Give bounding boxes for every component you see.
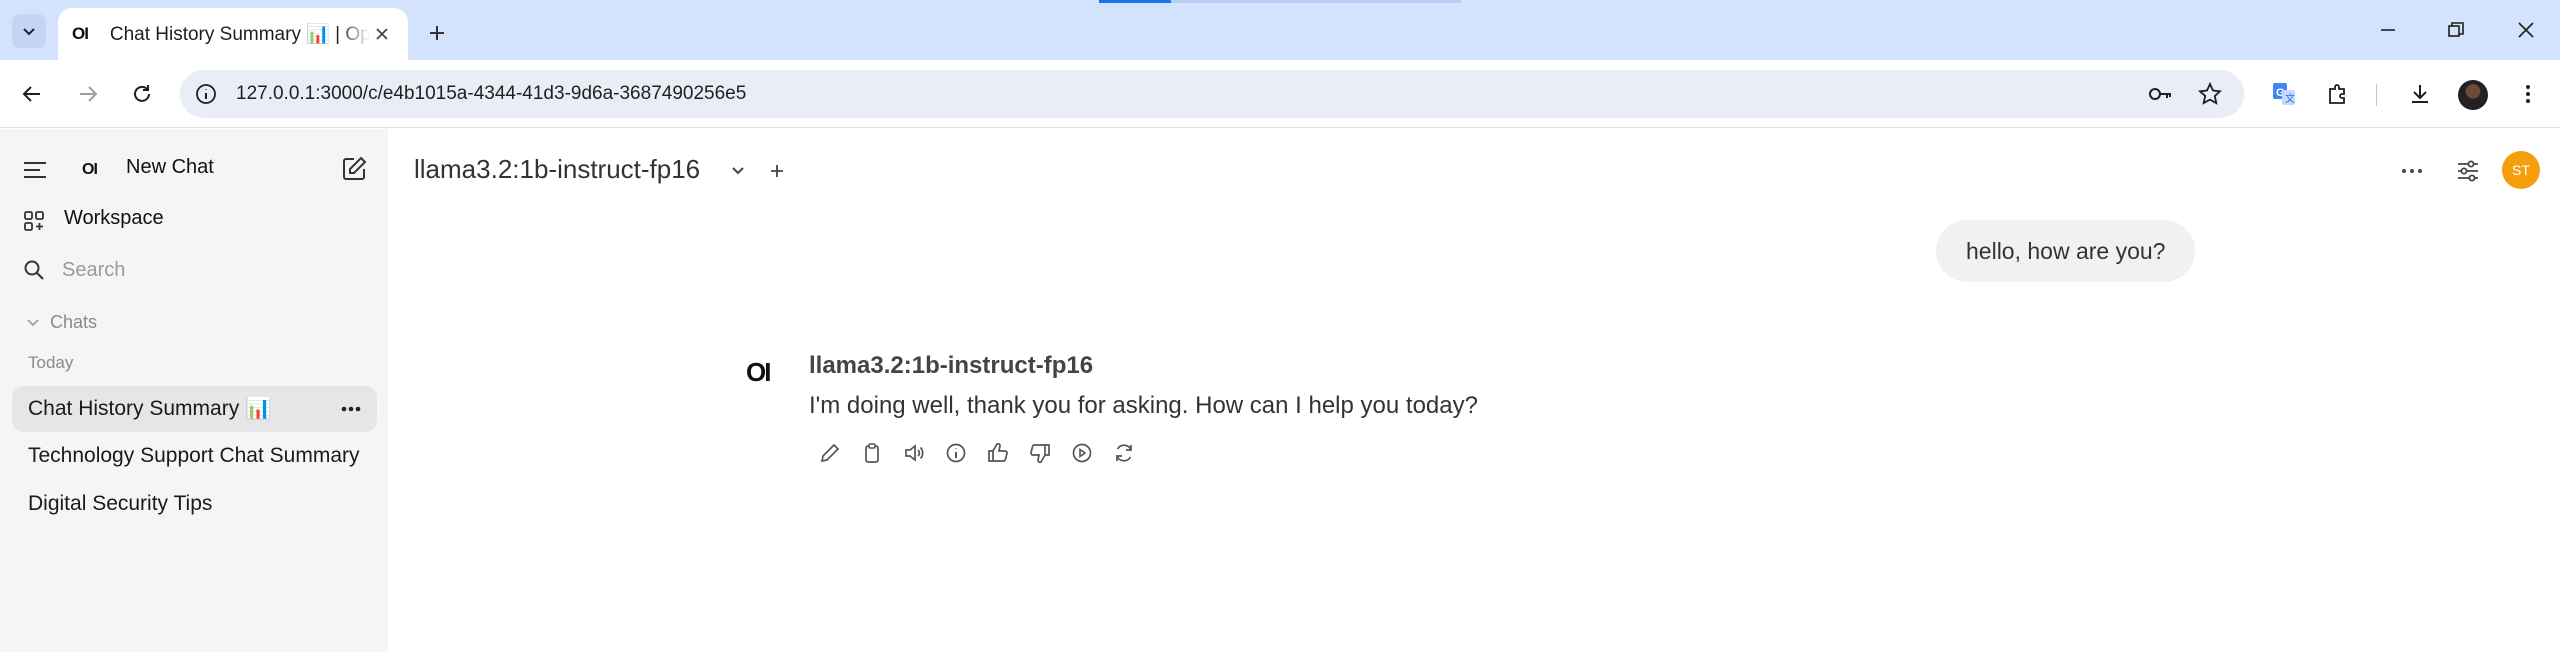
tab-search-icon[interactable] (12, 14, 46, 48)
thumbs-up-icon[interactable] (977, 436, 1019, 470)
more-options-icon[interactable] (339, 397, 363, 421)
assistant-model-name: llama3.2:1b-instruct-fp16 (809, 352, 1094, 379)
chat-item-active[interactable]: Chat History Summary 📊 (12, 386, 377, 432)
sidebar: OI New Chat Workspace Chats Today Chat H… (0, 129, 388, 652)
chats-section-toggle[interactable]: Chats (50, 312, 97, 333)
restore-icon[interactable] (2436, 12, 2476, 48)
browser-tab-strip: OI Chat History Summary 📊 | Open WebUI (0, 0, 2560, 60)
search-input[interactable] (62, 255, 362, 285)
url-text: 127.0.0.1:3000/c/e4b1015a-4344-41d3-9d6a… (236, 83, 747, 104)
reload-icon[interactable] (124, 76, 160, 112)
user-avatar[interactable]: ST (2502, 151, 2540, 189)
translate-icon[interactable]: G文 (2266, 76, 2302, 112)
chat-controls-icon[interactable] (2454, 157, 2482, 185)
chat-more-icon[interactable] (2398, 157, 2426, 185)
site-info-icon[interactable] (194, 82, 218, 106)
regenerate-icon[interactable] (1103, 436, 1145, 470)
chat-item-title: Digital Security Tips (28, 492, 213, 515)
bookmark-star-icon[interactable] (2196, 80, 2224, 108)
search-icon (22, 258, 46, 282)
add-model-icon[interactable] (766, 160, 788, 182)
chat-item[interactable]: Technology Support Chat Summary (12, 433, 377, 479)
close-tab-icon[interactable] (370, 22, 394, 46)
browser-toolbar: 127.0.0.1:3000/c/e4b1015a-4344-41d3-9d6a… (0, 60, 2560, 128)
new-tab-icon[interactable] (420, 16, 454, 50)
message-actions (809, 436, 1145, 470)
address-bar[interactable]: 127.0.0.1:3000/c/e4b1015a-4344-41d3-9d6a… (180, 70, 2244, 118)
chat-item-title: Chat History Summary 📊 (28, 397, 272, 420)
browser-tab-active[interactable]: OI Chat History Summary 📊 | Open WebUI (58, 8, 408, 60)
toolbar-separator (2376, 84, 2377, 106)
thumbs-down-icon[interactable] (1019, 436, 1061, 470)
new-chat-button[interactable]: New Chat (126, 156, 214, 179)
app-logo[interactable]: OI (82, 161, 98, 179)
info-icon[interactable] (935, 436, 977, 470)
tab-title: Chat History Summary 📊 | Open WebUI (109, 24, 371, 45)
close-window-icon[interactable] (2506, 12, 2546, 48)
minimize-icon[interactable] (2368, 12, 2408, 48)
copy-icon[interactable] (851, 436, 893, 470)
loading-track (1171, 0, 1461, 3)
user-message-bubble: hello, how are you? (1936, 220, 2196, 282)
back-icon[interactable] (14, 76, 50, 112)
chat-item[interactable]: Digital Security Tips (12, 481, 377, 527)
browser-profile-avatar[interactable] (2458, 80, 2488, 110)
new-chat-edit-icon[interactable] (338, 153, 370, 185)
today-group-label: Today (28, 353, 74, 372)
chevron-down-icon[interactable] (728, 161, 748, 181)
forward-icon[interactable] (70, 76, 106, 112)
loading-indicator (1099, 0, 1171, 3)
assistant-message: I'm doing well, thank you for asking. Ho… (809, 392, 1478, 419)
read-aloud-icon[interactable] (893, 436, 935, 470)
workspace-icon[interactable] (22, 209, 46, 233)
tab-favicon: OI (72, 24, 89, 43)
password-key-icon[interactable] (2146, 80, 2174, 108)
downloads-icon[interactable] (2402, 76, 2438, 112)
edit-icon[interactable] (809, 436, 851, 470)
chrome-menu-icon[interactable] (2510, 76, 2546, 112)
chat-main: llama3.2:1b-instruct-fp16 ST hello, how … (388, 129, 2560, 652)
model-selector[interactable]: llama3.2:1b-instruct-fp16 (414, 154, 700, 185)
assistant-avatar: OI (746, 357, 771, 387)
workspace-link[interactable]: Workspace (64, 207, 164, 230)
continue-icon[interactable] (1061, 436, 1103, 470)
sidebar-toggle-icon[interactable] (20, 155, 50, 185)
extensions-icon[interactable] (2320, 76, 2356, 112)
chat-item-title: Technology Support Chat Summary (28, 444, 360, 467)
chevron-down-icon[interactable] (26, 316, 40, 330)
svg-text:文: 文 (2285, 92, 2295, 105)
